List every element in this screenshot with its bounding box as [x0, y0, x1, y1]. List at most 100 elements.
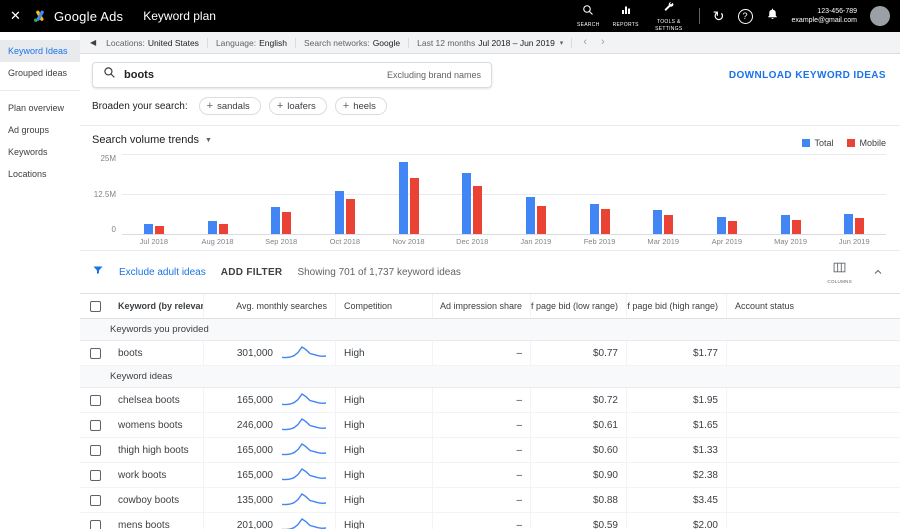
- broaden-chips: + sandals + loafers + heels: [198, 97, 387, 115]
- sidebar-item-plan-overview[interactable]: Plan overview: [0, 97, 80, 119]
- select-all-checkbox[interactable]: [89, 300, 101, 312]
- row-checkbox[interactable]: [89, 347, 101, 359]
- section-title-keyword-ideas: Keyword ideas: [80, 366, 900, 388]
- bar-group: Dec 2018: [440, 154, 504, 246]
- row-checkbox[interactable]: [89, 394, 101, 406]
- x-tick-label: Apr 2019: [711, 237, 743, 246]
- x-tick-label: Mar 2019: [647, 237, 680, 246]
- notifications-bell-icon[interactable]: [766, 7, 779, 25]
- ad-impression-share-cell: –: [433, 463, 531, 487]
- keyword-search-input[interactable]: boots Excluding brand names: [92, 62, 492, 88]
- account-status-cell: [727, 438, 900, 462]
- row-checkbox-cell: [80, 413, 110, 437]
- search-nav-button[interactable]: SEARCH: [577, 3, 600, 28]
- bid-high-cell: $1.65: [627, 413, 727, 437]
- column-header-ad-impression-share[interactable]: Ad impression share: [433, 294, 531, 318]
- reports-nav-button[interactable]: REPORTS: [613, 3, 639, 28]
- sidebar-item-keyword-ideas[interactable]: Keyword Ideas: [0, 40, 80, 62]
- column-header-keyword-by-relevance[interactable]: Keyword (by relevance)↓: [110, 294, 204, 318]
- bar-total: [589, 204, 599, 234]
- help-icon[interactable]: ?: [737, 8, 753, 24]
- x-tick-label: Nov 2018: [392, 237, 425, 246]
- collapse-chevron-up-icon[interactable]: [872, 266, 884, 278]
- networks-setting[interactable]: Search networks: Google: [304, 38, 400, 48]
- bid-high-cell: $3.45: [627, 488, 727, 512]
- plus-icon: +: [342, 99, 350, 112]
- date-range-dropdown[interactable]: Last 12 months Jul 2018 – Jun 2019 ▾: [417, 38, 563, 48]
- sidebar-item-ad-groups[interactable]: Ad groups: [0, 119, 80, 141]
- header-label: Competition: [344, 301, 393, 311]
- sidebar-item-grouped-ideas[interactable]: Grouped ideas: [0, 62, 80, 84]
- bar-pair: [462, 154, 483, 234]
- table-row[interactable]: work boots 165,000 High – $0.90 $2.38: [80, 463, 900, 488]
- avatar[interactable]: [870, 6, 890, 26]
- broaden-chip-sandals[interactable]: + sandals: [198, 97, 261, 115]
- tools-settings-nav-label: TOOLS & SETTINGS: [655, 19, 683, 32]
- language-setting[interactable]: Language: English: [216, 38, 287, 48]
- table-row[interactable]: thigh high boots 165,000 High – $0.60 $1.33: [80, 438, 900, 463]
- legend-swatch-total: [802, 139, 811, 147]
- row-checkbox[interactable]: [89, 519, 101, 529]
- bid-low-cell: $0.72: [531, 388, 627, 412]
- close-icon[interactable]: ✕: [10, 8, 32, 24]
- search-volume-trends-dropdown[interactable]: Search volume trends ▼: [92, 132, 212, 150]
- column-header-top-of-page-bid-low-range[interactable]: Top of page bid (low range): [531, 294, 627, 318]
- x-tick-label: Sep 2018: [265, 237, 298, 246]
- avg-searches-cell: 165,000: [204, 388, 336, 412]
- date-range-label: Last 12 months: [417, 37, 476, 48]
- table-row[interactable]: boots 301,000 High – $0.77 $1.77: [80, 341, 900, 366]
- avg-searches-cell: 165,000: [204, 463, 336, 487]
- settings-divider: [571, 37, 573, 48]
- sidebar-item-locations[interactable]: Locations: [0, 163, 80, 185]
- locations-setting[interactable]: Locations: United States: [106, 38, 199, 48]
- next-period-chevron-icon[interactable]: ›: [598, 37, 608, 48]
- add-filter-button[interactable]: ADD FILTER: [221, 267, 283, 278]
- page-title: Keyword plan: [143, 9, 216, 23]
- table-row[interactable]: womens boots 246,000 High – $0.61 $1.65: [80, 413, 900, 438]
- settings-divider: [206, 37, 208, 48]
- bar-mobile: [727, 221, 737, 234]
- column-header-competition[interactable]: Competition: [336, 294, 433, 318]
- table-row[interactable]: cowboy boots 135,000 High – $0.88 $3.45: [80, 488, 900, 513]
- bar-total: [207, 221, 217, 234]
- x-tick-label: Oct 2018: [329, 237, 361, 246]
- y-tick-label: 25M: [100, 154, 116, 163]
- broaden-chip-heels[interactable]: + heels: [334, 97, 387, 115]
- filter-funnel-icon[interactable]: [92, 263, 104, 281]
- table-row[interactable]: mens boots 201,000 High – $0.59 $2.00: [80, 513, 900, 529]
- account-status-cell: [727, 341, 900, 365]
- exclude-adult-ideas-link[interactable]: Exclude adult ideas: [119, 267, 206, 278]
- row-checkbox[interactable]: [89, 444, 101, 456]
- sidebar-item-keywords[interactable]: Keywords: [0, 141, 80, 163]
- broaden-search-row: Broaden your search: + sandals + loafers + he…: [80, 93, 900, 126]
- settings-bar: ◀ Locations: United States Language: Eng…: [80, 32, 900, 54]
- column-header-avg-monthly-searches[interactable]: Avg. monthly searches: [204, 294, 336, 318]
- broaden-chip-loafers[interactable]: + loafers: [268, 97, 327, 115]
- bar-pair: [780, 154, 801, 234]
- download-keyword-ideas-button[interactable]: DOWNLOAD KEYWORD IDEAS: [729, 70, 886, 81]
- chip-label: heels: [353, 100, 376, 112]
- back-chevron-icon[interactable]: ◀: [90, 38, 96, 47]
- row-checkbox-cell: [80, 513, 110, 529]
- account-info[interactable]: 123-456-789 example@gmail.com: [792, 7, 857, 26]
- bar-pair: [589, 154, 610, 234]
- y-tick-label: 12.5M: [93, 189, 116, 199]
- reports-icon: [620, 3, 632, 21]
- row-checkbox[interactable]: [89, 494, 101, 506]
- bar-pair: [334, 154, 355, 234]
- sparkline: [282, 518, 327, 529]
- columns-button[interactable]: COLUMNS: [827, 260, 852, 284]
- x-tick-label: Feb 2019: [583, 237, 616, 246]
- row-checkbox[interactable]: [89, 469, 101, 481]
- row-checkbox[interactable]: [89, 419, 101, 431]
- keyword-cell: chelsea boots: [110, 388, 204, 412]
- refresh-icon[interactable]: ↻: [713, 9, 725, 23]
- legend-label: Mobile: [859, 138, 886, 148]
- column-header-account-status[interactable]: Account status: [727, 294, 900, 318]
- keyword-cell: thigh high boots: [110, 438, 204, 462]
- tools-settings-nav-button[interactable]: TOOLS & SETTINGS: [652, 0, 686, 32]
- prev-period-chevron-icon[interactable]: ‹: [580, 37, 590, 48]
- search-volume-chart: 25M 12.5M 0 Jul 2018 Aug 2018 Sep 2018 Oct 20…: [92, 154, 886, 246]
- table-row[interactable]: chelsea boots 165,000 High – $0.72 $1.95: [80, 388, 900, 413]
- column-header-top-of-page-bid-high-range[interactable]: Top of page bid (high range): [627, 294, 727, 318]
